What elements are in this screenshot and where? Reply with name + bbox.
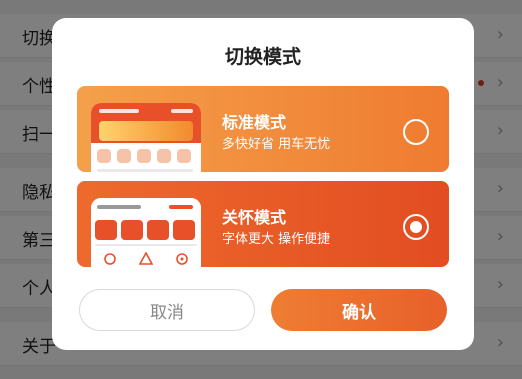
dialog-title: 切换模式 xyxy=(224,46,301,68)
radio-unchecked-icon[interactable] xyxy=(403,119,429,145)
confirm-button[interactable]: 确认 xyxy=(271,289,447,331)
radio-checked-icon[interactable] xyxy=(403,214,429,240)
mode-subtitle: 字体更大 操作便捷 xyxy=(222,232,331,247)
mode-option-care[interactable]: 关怀模式 字体更大 操作便捷 xyxy=(77,181,449,267)
switch-mode-dialog: 切换模式 标准模式 多快好省 用车无忧 关怀模式 字体更大 操作便捷 取消 确认 xyxy=(52,18,474,350)
mode-title: 关怀模式 xyxy=(222,208,287,227)
mode-option-standard[interactable]: 标准模式 多快好省 用车无忧 xyxy=(77,86,449,172)
care-mode-preview-image xyxy=(91,198,201,267)
mode-subtitle: 多快好省 用车无忧 xyxy=(222,137,331,152)
standard-mode-preview-image xyxy=(91,103,201,172)
mode-title: 标准模式 xyxy=(222,113,287,132)
cancel-button[interactable]: 取消 xyxy=(79,289,255,331)
